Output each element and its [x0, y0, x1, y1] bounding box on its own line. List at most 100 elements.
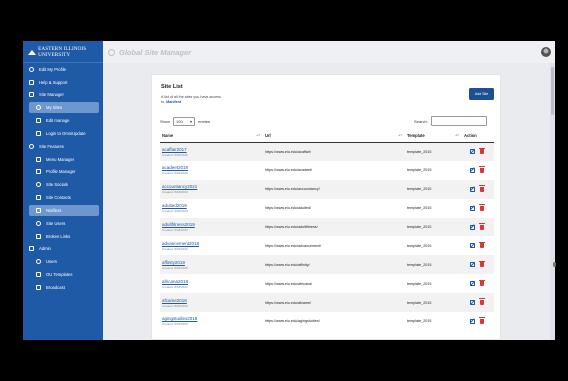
edit-icon[interactable]: [470, 262, 475, 268]
sidebar-item-ou-templates[interactable]: OU Templates: [23, 268, 103, 281]
edit-icon[interactable]: [470, 300, 475, 306]
sidebar-item-help-support[interactable]: Help & Support: [23, 76, 103, 89]
edit-icon[interactable]: [470, 186, 475, 192]
site-name-link[interactable]: accountancy2021: [162, 184, 263, 189]
sidebar-item-label: OU Templates: [46, 272, 73, 278]
share-icon: [36, 182, 41, 188]
grid-icon: [36, 105, 41, 111]
page-length-select[interactable]: 100 ▾: [173, 117, 196, 126]
sidebar-item-edit-my-profile[interactable]: Edit My Profile: [23, 63, 103, 76]
broadcast-icon: [36, 284, 41, 290]
trash-icon[interactable]: [479, 260, 485, 268]
trash-icon[interactable]: [479, 147, 485, 155]
site-name-link[interactable]: advancement2018: [162, 241, 263, 246]
search-input[interactable]: [430, 116, 487, 126]
action-cell: [462, 217, 494, 237]
avatar[interactable]: [541, 47, 551, 57]
sidebar-item-broken-links[interactable]: Broken Links: [23, 230, 103, 243]
window-edge-handle: [553, 262, 556, 267]
trash-icon[interactable]: [479, 241, 485, 249]
template-cell: template_2015: [407, 168, 432, 173]
trash-icon[interactable]: [479, 298, 485, 306]
name-cell: afcame2018 Created: 8/18/2020: [160, 293, 263, 313]
trash-icon[interactable]: [479, 185, 485, 192]
column-header-template[interactable]: Template ▴▾: [405, 130, 462, 143]
edit-icon[interactable]: [470, 167, 475, 173]
action-cell: [462, 161, 494, 180]
template-cell: template_2015: [407, 281, 432, 286]
template-cell: template_2015: [405, 179, 462, 199]
add-site-button[interactable]: Add Site: [469, 88, 494, 100]
sidebar-item-menu-manager[interactable]: Menu Manager: [23, 153, 103, 166]
sidebar-item-users[interactable]: Users: [23, 255, 103, 268]
url-cell: https://www.eiu.edu/affinity/: [263, 255, 405, 275]
header-title-text: Global Site Manager: [119, 47, 192, 57]
sidebar-item-site-socials[interactable]: Site Socials: [23, 178, 103, 191]
sidebar-item-site-features[interactable]: Site Features: [23, 140, 103, 153]
table-row: africana2018 Created: 8/18/2020 https://ww…: [160, 274, 494, 293]
page-description: A list of all the sites you have access …: [161, 95, 221, 106]
trash-icon[interactable]: [479, 222, 485, 230]
university-logo[interactable]: EASTERN ILLINOIS UNIVERSITY: [23, 41, 103, 63]
action-cell: [462, 236, 494, 255]
created-date: Created: 8/18/2020: [162, 246, 188, 251]
logo-text: EASTERN ILLINOIS UNIVERSITY: [38, 45, 87, 58]
edit-icon[interactable]: [470, 224, 475, 230]
url-cell: https://www.eiu.edu/adultfitness/: [263, 217, 405, 237]
site-table: Name ▴▾ Url ▴▾ Template ▴▾ Action acaffair2…: [160, 130, 494, 331]
trash-icon[interactable]: [479, 317, 485, 324]
edit-icon[interactable]: [470, 149, 475, 155]
column-header-name[interactable]: Name ▴▾: [160, 130, 263, 143]
created-date: Created: 8/18/2020: [162, 228, 188, 232]
site-name-link[interactable]: acadeet2018: [162, 165, 263, 170]
trash-icon[interactable]: [479, 166, 485, 173]
action-cell: [462, 255, 494, 275]
site-name-link[interactable]: affinity2019: [162, 260, 263, 265]
url-cell: https://www.eiu.edu/agingstudies/: [265, 319, 320, 324]
bars-icon: [29, 92, 34, 98]
site-name-link[interactable]: acaffair2017: [162, 147, 263, 152]
page-scrollbar[interactable]: [550, 63, 555, 340]
table-row: acadeet2018 Created: 8/18/2020 https://www…: [160, 161, 494, 180]
gear-icon: [29, 143, 34, 149]
trash-icon[interactable]: [479, 279, 485, 287]
sidebar-item-label: Site Features: [39, 143, 64, 149]
site-name-link[interactable]: agingstudies2018: [162, 316, 263, 321]
sidebar-item-site-users[interactable]: Site Users: [23, 217, 103, 230]
sort-icon: ▴▾: [455, 133, 459, 137]
sidebar-item-broadcast[interactable]: Broadcast: [23, 281, 103, 294]
login-icon: [36, 131, 41, 137]
sidebar-item-edit-manage[interactable]: Edit manage: [23, 114, 103, 127]
sidebar-item-label: Site Contacts: [46, 195, 71, 201]
sidebar-item-notifiers[interactable]: Notifiers: [29, 204, 99, 216]
table-row: acaffair2017 Created: 8/18/2020 https://ww…: [160, 142, 494, 161]
name-cell: africana2018 Created: 8/18/2020: [160, 274, 263, 293]
edit-icon[interactable]: [470, 318, 475, 324]
sidebar-item-label: Broken Links: [46, 233, 71, 239]
site-name-link[interactable]: adultfitness2019: [162, 222, 263, 227]
sidebar-item-my-sites[interactable]: My Sites: [29, 102, 99, 114]
scrollbar-thumb[interactable]: [551, 67, 554, 115]
sidebar-item-admin[interactable]: Admin: [23, 243, 103, 256]
search-label: Search:: [414, 118, 428, 124]
sidebar-item-site-manager[interactable]: Site Manager: [23, 89, 103, 102]
edit-icon[interactable]: [470, 281, 475, 287]
trash-icon[interactable]: [479, 204, 485, 211]
site-name-link[interactable]: afcame2018: [162, 298, 263, 303]
edit-icon[interactable]: [470, 243, 475, 249]
column-header-url[interactable]: Url ▴▾: [263, 130, 405, 143]
site-name-link[interactable]: africana2018: [162, 279, 263, 284]
sidebar-item-site-contacts[interactable]: Site Contacts: [23, 191, 103, 204]
template-cell: template_2015: [405, 293, 462, 313]
site-name-link[interactable]: adulted2019: [162, 203, 263, 208]
edit-icon[interactable]: [470, 205, 475, 211]
sidebar-item-label: Users: [46, 259, 57, 265]
entries-label: entries: [198, 119, 211, 124]
app-window: EASTERN ILLINOIS UNIVERSITY Edit My Prof…: [23, 41, 555, 340]
sidebar-item-login-to-omniupdate[interactable]: Login to OmniUpdate: [23, 127, 103, 140]
sidebar-item-profile-manager[interactable]: Profile Manager: [23, 166, 103, 179]
sidebar-item-label: Help & Support: [39, 79, 68, 85]
manifest-link[interactable]: Manifest: [166, 100, 181, 104]
column-header-action: Action: [462, 130, 494, 143]
name-cell: affinity2019 Created: 8/18/2020: [160, 255, 263, 275]
